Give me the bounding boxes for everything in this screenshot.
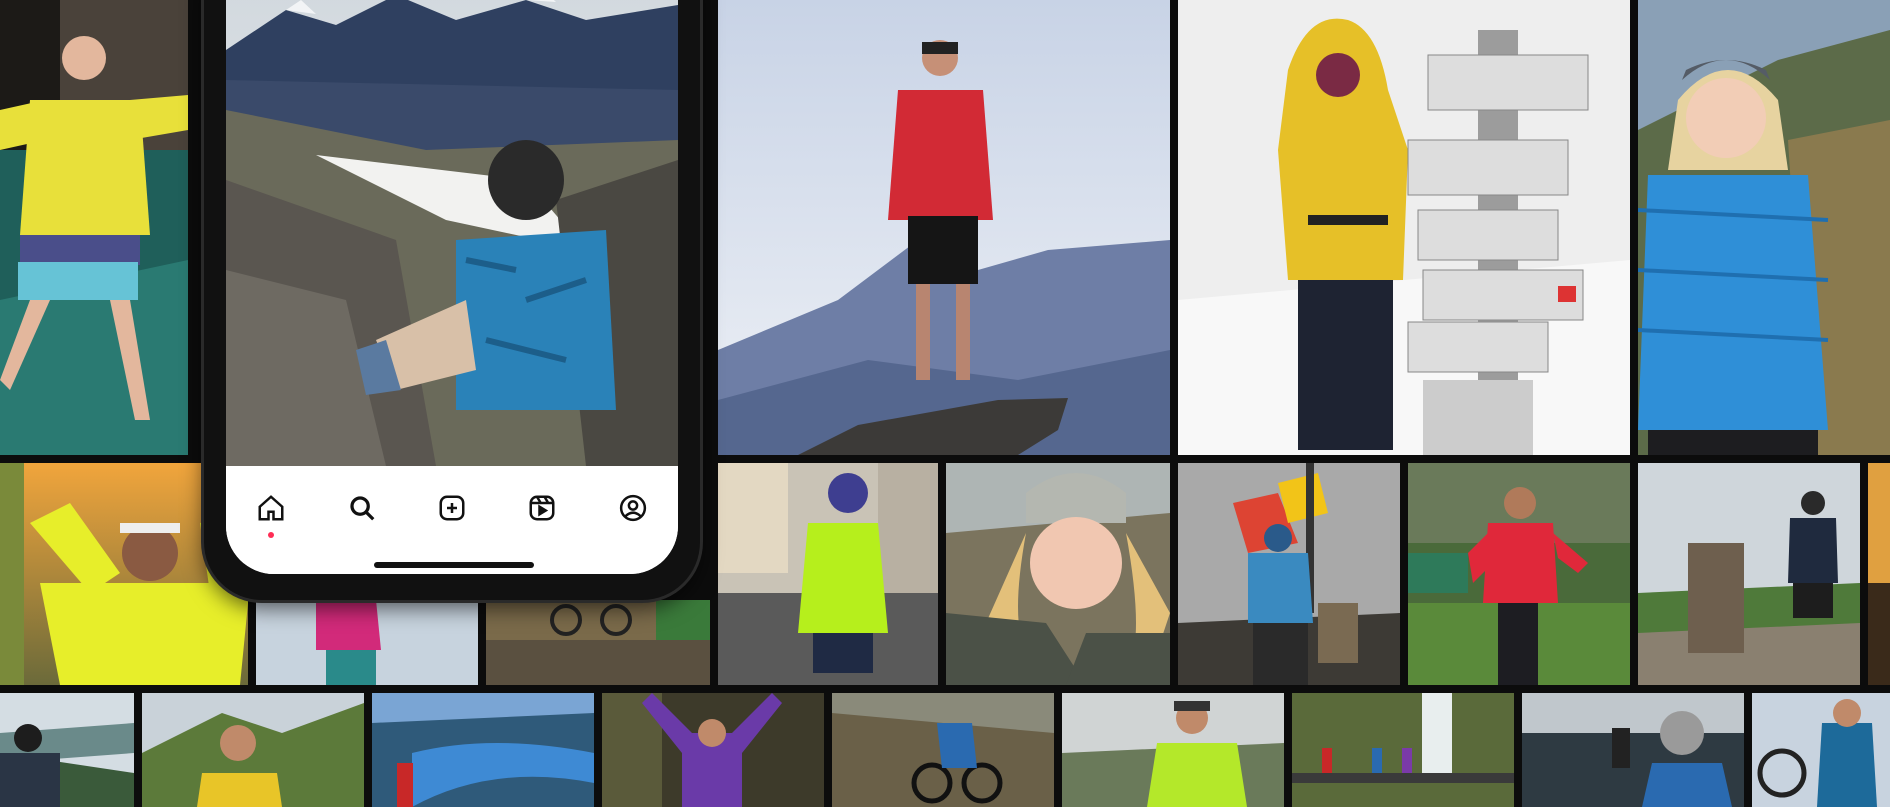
photo-edge-sunset[interactable]: [1868, 463, 1890, 685]
plus-square-icon: [439, 495, 465, 521]
reels-icon: [529, 495, 555, 521]
tab-create[interactable]: [432, 488, 472, 528]
home-icon: [258, 495, 284, 521]
phone-mockup: [204, 0, 700, 600]
photo-cyclist-green-jacket-street[interactable]: [718, 463, 938, 685]
bottom-tab-bar: [226, 466, 678, 574]
photo-woman-coast-beanie[interactable]: [1522, 693, 1744, 807]
photo-hiker-yellow-jacket-snow-signpost[interactable]: [1178, 0, 1630, 455]
photo-woman-mountain-valley[interactable]: [142, 693, 364, 807]
tab-profile[interactable]: [613, 488, 653, 528]
tab-reels[interactable]: [522, 488, 562, 528]
photo-woman-pink-jacket-snow[interactable]: [256, 600, 478, 685]
photo-woman-purple-jacket-forest[interactable]: [602, 693, 824, 807]
photo-man-lakeside[interactable]: [0, 693, 134, 807]
post-photo-hiker-mountain-view[interactable]: [226, 0, 678, 466]
photo-waterfall-bridge[interactable]: [1292, 693, 1514, 807]
search-icon: [349, 496, 374, 521]
photo-man-yellow-jacket-cave[interactable]: [0, 0, 188, 455]
profile-icon: [619, 494, 646, 522]
photo-hiker-red-jacket-peak[interactable]: [718, 0, 1170, 455]
photo-hiker-cairn[interactable]: [1638, 463, 1860, 685]
photo-bike-puddle[interactable]: [486, 600, 710, 685]
photo-man-green-jacket-cap[interactable]: [1062, 693, 1284, 807]
photo-woman-blue-puffer-smiling[interactable]: [1638, 0, 1890, 455]
active-indicator-dot: [268, 532, 275, 538]
phone-screen: [226, 0, 678, 574]
tab-home[interactable]: [251, 488, 291, 538]
tab-search[interactable]: [342, 488, 382, 528]
photo-fjord-red-jacket[interactable]: [372, 693, 594, 807]
photo-mountain-biker[interactable]: [832, 693, 1054, 807]
photo-cyclist-blue-bike[interactable]: [1752, 693, 1890, 807]
home-indicator[interactable]: [374, 562, 534, 568]
photo-woman-red-jacket-field[interactable]: [1408, 463, 1630, 685]
photo-woman-beanie-selfie[interactable]: [946, 463, 1170, 685]
photo-hiker-flag-summit[interactable]: [1178, 463, 1400, 685]
